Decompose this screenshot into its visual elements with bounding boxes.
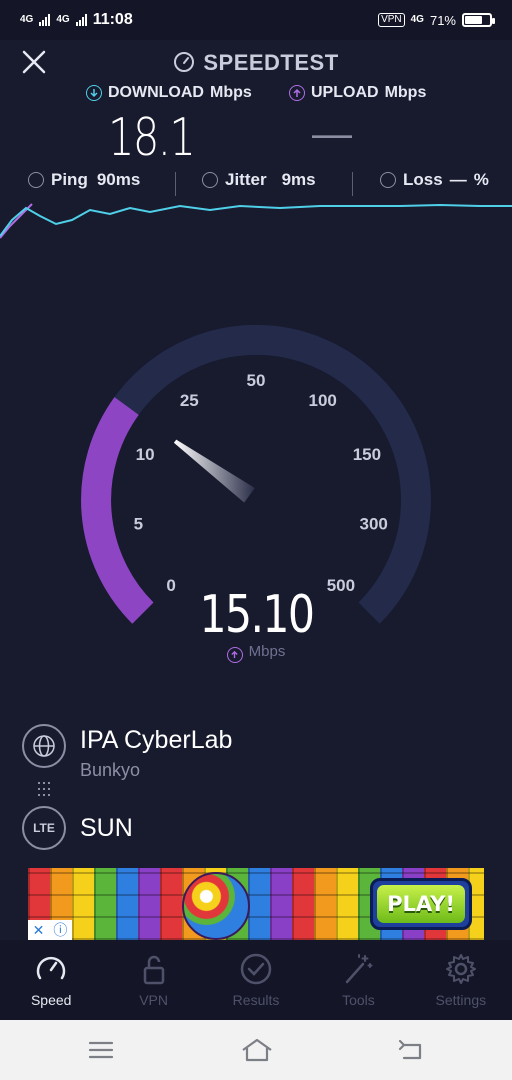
download-icon <box>86 85 102 101</box>
system-nav-bar <box>0 1020 512 1080</box>
tab-vpn[interactable]: VPN <box>102 940 204 1020</box>
gauge-tick-labels: 05102550100150300500 <box>134 371 388 595</box>
back-icon <box>398 1039 422 1060</box>
battery-icon <box>462 13 495 27</box>
gauge-tick-label: 300 <box>360 514 388 533</box>
latency-stats: Ping 90ms Jitter 9ms Loss — % <box>0 170 512 198</box>
ad-play-button[interactable]: PLAY! <box>370 878 472 930</box>
isp-info[interactable]: LTE SUN <box>22 806 133 850</box>
upload-label: UPLOAD Mbps <box>289 84 426 102</box>
loss-icon <box>380 172 396 188</box>
signal-icon <box>39 14 51 26</box>
jitter-icon <box>202 172 218 188</box>
menu-button[interactable] <box>86 1036 116 1064</box>
speedometer-icon <box>174 52 195 72</box>
bottom-tab-bar: Speed VPN Results Tools Settings <box>0 940 512 1020</box>
signal-icon <box>75 14 87 26</box>
tab-speed[interactable]: Speed <box>0 940 102 1020</box>
status-bar: 4G 4G 11:08 VPN 4G 71% <box>0 0 512 40</box>
lock-icon <box>143 955 164 985</box>
header: SPEEDTEST <box>0 40 512 84</box>
back-button[interactable] <box>396 1036 426 1064</box>
magic-wand-icon <box>346 954 373 984</box>
server-name: IPA CyberLab <box>80 726 233 754</box>
download-label: DOWNLOAD Mbps <box>86 84 252 102</box>
network-type-3: 4G <box>410 14 424 25</box>
gauge-value: 15.10 <box>199 585 315 645</box>
lte-icon: LTE <box>22 806 66 850</box>
tab-settings[interactable]: Settings <box>410 940 512 1020</box>
speedometer-icon <box>37 956 66 980</box>
download-graph-line <box>0 203 512 237</box>
tab-results[interactable]: Results <box>205 940 307 1020</box>
server-info[interactable]: IPA CyberLab Bunkyo <box>22 724 492 796</box>
ping-icon <box>28 172 44 188</box>
gauge-tick-label: 5 <box>134 514 143 533</box>
gauge-tick-label: 100 <box>309 391 337 410</box>
ad-ball-image <box>182 872 250 940</box>
network-type-2: 4G <box>56 14 70 25</box>
gauge-tick-label: 50 <box>247 371 266 390</box>
gauge-tick-label: 25 <box>180 391 199 410</box>
connector-dots <box>38 782 52 798</box>
home-icon <box>242 1038 272 1062</box>
network-type-1: 4G <box>20 14 34 25</box>
jitter-stat: Jitter 9ms <box>202 170 316 190</box>
upload-icon <box>226 646 243 663</box>
battery-percent: 71% <box>429 12 456 28</box>
ping-stat: Ping 90ms <box>28 170 140 190</box>
ad-banner[interactable]: PLAY! ✕ ⓘ <box>28 868 484 940</box>
ad-choices[interactable]: ✕ ⓘ <box>28 920 72 940</box>
page-title: SPEEDTEST <box>0 50 512 76</box>
gauge-tick-label: 150 <box>353 445 381 464</box>
divider <box>352 172 353 196</box>
server-location: Bunkyo <box>80 760 141 780</box>
gauge-needle <box>173 439 255 503</box>
divider <box>175 172 176 196</box>
ad-close-icon[interactable]: ✕ <box>33 922 45 939</box>
gauge-tick-label: 10 <box>136 445 155 464</box>
upload-value: — <box>312 112 352 156</box>
menu-icon <box>88 1041 114 1059</box>
gear-icon <box>445 954 476 984</box>
download-value: 18.1 <box>108 108 196 168</box>
home-button[interactable] <box>240 1036 272 1064</box>
result-labels: DOWNLOAD Mbps UPLOAD Mbps <box>0 84 512 108</box>
speed-graph <box>0 203 512 239</box>
loss-stat: Loss — % <box>380 170 489 190</box>
upload-icon <box>289 85 305 101</box>
gauge-fill <box>81 397 154 624</box>
title-text: SPEEDTEST <box>203 50 339 75</box>
gauge-unit: Mbps <box>0 643 512 663</box>
check-circle-icon <box>240 953 272 985</box>
isp-name: SUN <box>80 814 133 842</box>
tab-tools[interactable]: Tools <box>307 940 409 1020</box>
vpn-icon: VPN <box>378 13 405 27</box>
globe-icon <box>22 724 66 768</box>
ad-info-icon[interactable]: ⓘ <box>53 920 67 940</box>
clock: 11:08 <box>92 11 133 28</box>
